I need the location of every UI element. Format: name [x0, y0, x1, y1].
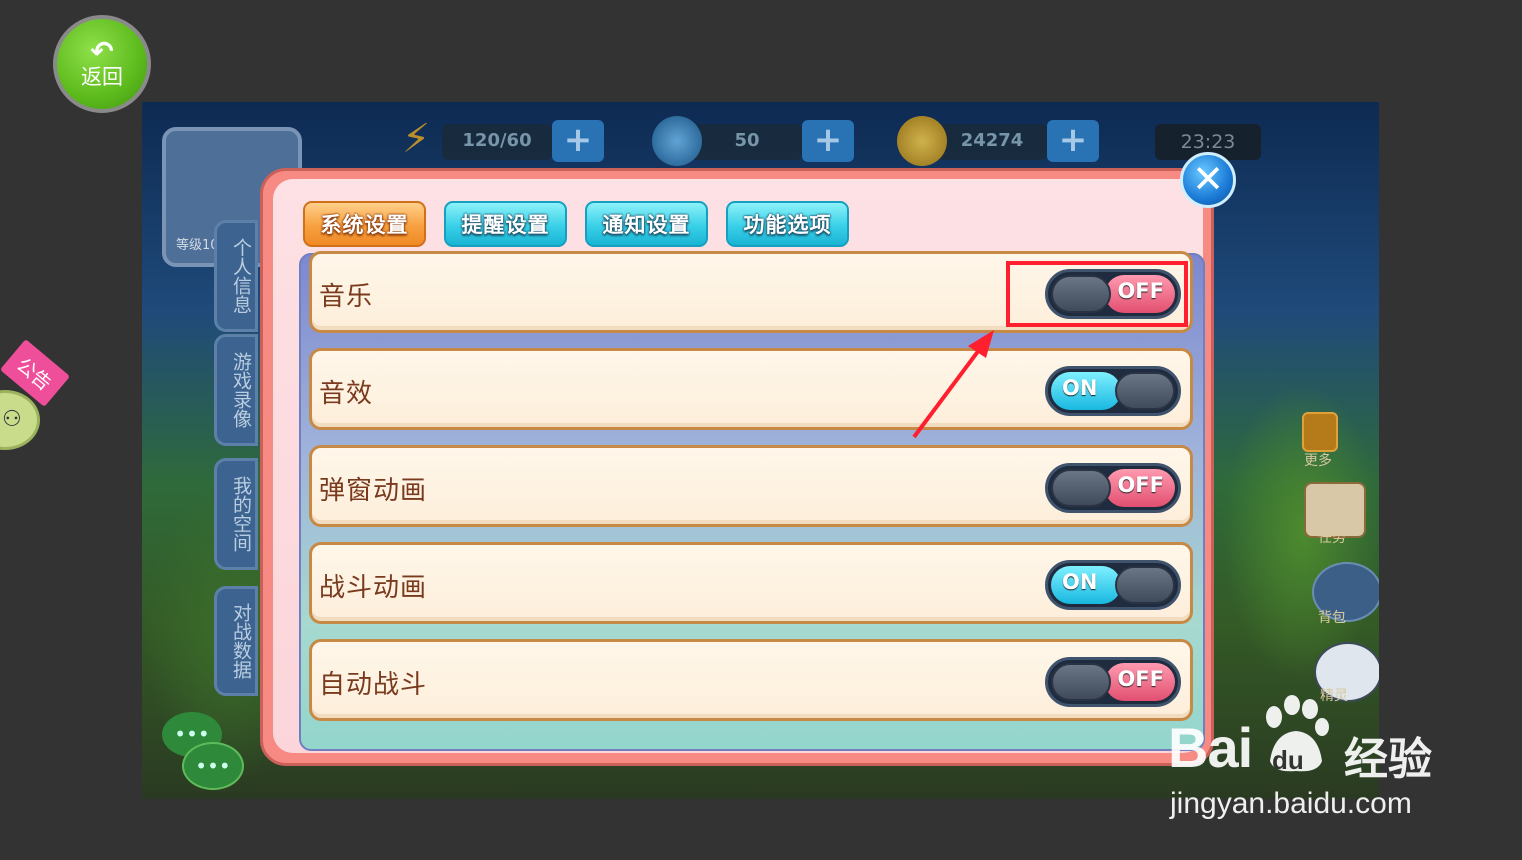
sidetab-stats[interactable]: 对战数据	[214, 586, 258, 696]
setting-row-sound-effect: 音效 ON	[309, 348, 1193, 430]
add-energy-button[interactable]: +	[552, 120, 604, 162]
setting-label: 弹窗动画	[319, 476, 428, 506]
watermark-brand: Bai	[1168, 716, 1253, 779]
level-label: 等级10	[176, 238, 219, 253]
tab-function[interactable]: 功能选项	[726, 201, 849, 247]
task-label: 任务	[1318, 530, 1346, 546]
close-button[interactable]: ✕	[1180, 152, 1236, 208]
tab-system[interactable]: 系统设置	[303, 201, 426, 247]
back-button-label: 返回	[81, 65, 123, 89]
setting-row-battle-animation: 战斗动画 ON	[309, 542, 1193, 624]
setting-row-auto-battle: 自动战斗 OFF	[309, 639, 1193, 721]
auto-battle-toggle[interactable]: OFF	[1045, 657, 1181, 707]
tab-notification[interactable]: 通知设置	[585, 201, 708, 247]
more-arrow-icon[interactable]	[1302, 412, 1338, 452]
notice-badge[interactable]: ⚇ 公告	[0, 339, 71, 455]
watermark-du: du	[1272, 745, 1304, 775]
toggle-state: OFF	[1117, 473, 1164, 497]
setting-label: 战斗动画	[319, 573, 428, 603]
setting-label: 音乐	[319, 282, 374, 312]
toggle-knob	[1051, 663, 1111, 701]
setting-label: 音效	[319, 379, 374, 409]
baidu-watermark: Bai du 经验 jingyan.baidu.com	[1168, 695, 1458, 835]
back-arrow-icon: ↶	[90, 35, 114, 68]
bag-label: 背包	[1318, 610, 1346, 626]
controller-buttons-icon: ⚇	[2, 407, 22, 432]
energy-bar: ⚡ 120/60 +	[402, 116, 604, 162]
settings-tabs: 系统设置 提醒设置 通知设置 功能选项	[303, 201, 849, 247]
gold-value: 24274	[960, 130, 1024, 151]
energy-value: 120/60	[462, 130, 532, 151]
sidetab-profile[interactable]: 个人信息	[214, 220, 258, 332]
toggle-state: ON	[1062, 376, 1098, 400]
screen: ↶ 返回 ⚇ 公告 等级10 个人信息 游戏录像 我的空间 对战数据 ••• •…	[0, 0, 1522, 860]
setting-row-popup-animation: 弹窗动画 OFF	[309, 445, 1193, 527]
watermark-cn: 经验	[1344, 734, 1432, 785]
annotation-highlight-box	[1006, 261, 1188, 327]
toggle-state: OFF	[1117, 667, 1164, 691]
close-x-icon: ✕	[1192, 157, 1224, 201]
chat-button[interactable]: •••	[182, 742, 244, 790]
gem-value: 50	[734, 130, 760, 151]
back-button[interactable]: ↶ 返回	[53, 15, 151, 113]
more-label: 更多	[1304, 453, 1332, 469]
sidetab-replay[interactable]: 游戏录像	[214, 334, 258, 446]
gem-bar: 50 +	[652, 116, 854, 166]
toggle-knob	[1115, 566, 1175, 604]
toggle-knob	[1051, 469, 1111, 507]
settings-list: 音乐 OFF 音效 ON 弹窗动画 OFF 战斗动画 ON 自动战斗 OFF	[299, 251, 1205, 751]
popup-animation-toggle[interactable]: OFF	[1045, 463, 1181, 513]
gold-bar: 24274 +	[897, 116, 1099, 166]
sound-effect-toggle[interactable]: ON	[1045, 366, 1181, 416]
sidetab-space[interactable]: 我的空间	[214, 458, 258, 570]
add-gold-button[interactable]: +	[1047, 120, 1099, 162]
settings-dialog: 系统设置 提醒设置 通知设置 功能选项 音乐 OFF 音效 ON 弹窗动画 OF…	[260, 168, 1214, 766]
tab-reminder[interactable]: 提醒设置	[444, 201, 567, 247]
add-gem-button[interactable]: +	[802, 120, 854, 162]
setting-label: 自动战斗	[319, 670, 428, 700]
toggle-knob	[1115, 372, 1175, 410]
toggle-state: ON	[1062, 570, 1098, 594]
battle-animation-toggle[interactable]: ON	[1045, 560, 1181, 610]
watermark-url: jingyan.baidu.com	[1170, 787, 1412, 820]
